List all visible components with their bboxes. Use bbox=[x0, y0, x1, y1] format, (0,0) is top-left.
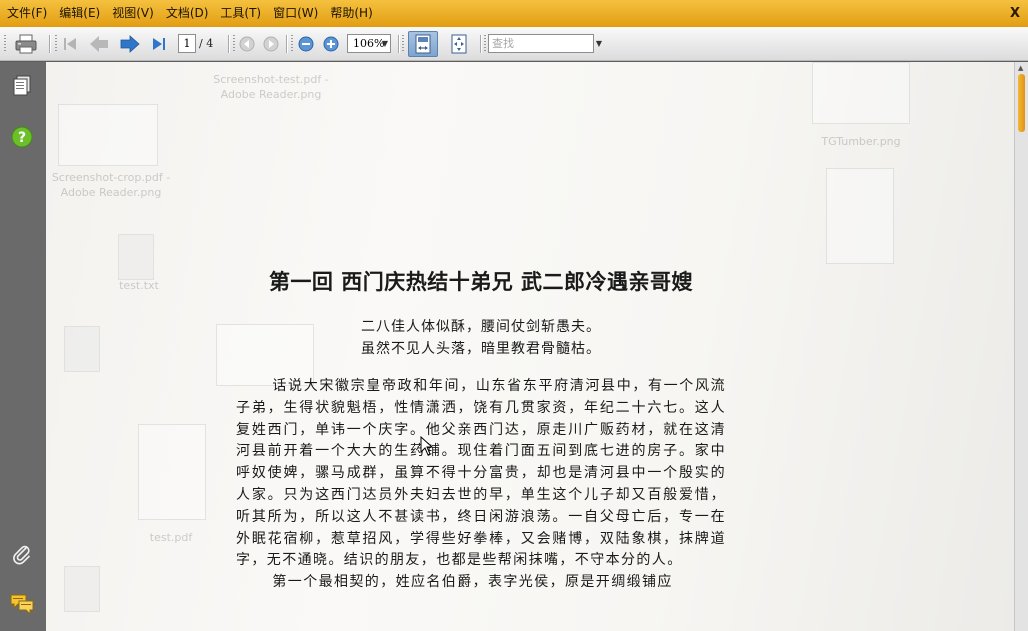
pages-icon bbox=[13, 75, 31, 96]
pages-button[interactable] bbox=[10, 74, 34, 98]
fit-width-button[interactable] bbox=[408, 31, 438, 57]
zoom-in-button[interactable] bbox=[322, 33, 340, 55]
ghost-thumbnail bbox=[826, 168, 894, 264]
ghost-label: Screenshot-crop.pdf - Adobe Reader.png bbox=[51, 171, 171, 199]
fit-page-icon bbox=[451, 34, 467, 54]
comments-icon bbox=[10, 594, 34, 615]
page-number-input[interactable]: 1 bbox=[178, 34, 196, 53]
scrollbar-thumb[interactable] bbox=[1018, 74, 1025, 132]
document-view[interactable]: Screenshot-crop.pdf - Adobe Reader.png S… bbox=[46, 62, 1014, 631]
previous-page-button[interactable] bbox=[87, 33, 111, 55]
page-total: / 4 bbox=[199, 37, 214, 50]
previous-page-icon bbox=[90, 36, 108, 52]
next-page-button[interactable] bbox=[118, 33, 142, 55]
menu-document[interactable]: 文档(D) bbox=[160, 0, 215, 27]
zoom-in-icon bbox=[323, 36, 339, 52]
print-icon bbox=[15, 34, 37, 54]
last-page-button[interactable] bbox=[149, 33, 169, 55]
ghost-label: Screenshot-test.pdf - Adobe Reader.png bbox=[213, 73, 329, 101]
scroll-up-icon[interactable]: ▲ bbox=[1018, 64, 1023, 72]
forward-button[interactable] bbox=[262, 33, 280, 55]
ghost-thumbnail bbox=[138, 424, 206, 520]
ghost-thumbnail bbox=[58, 104, 158, 166]
zoom-out-icon bbox=[298, 36, 314, 52]
menu-window[interactable]: 窗口(W) bbox=[267, 0, 324, 27]
mouse-cursor-icon bbox=[420, 436, 434, 456]
menu-edit[interactable]: 编辑(E) bbox=[53, 0, 106, 27]
fit-page-button[interactable] bbox=[446, 33, 472, 55]
last-page-icon bbox=[153, 38, 165, 50]
ghost-file bbox=[118, 234, 154, 280]
chevron-down-icon: ▼ bbox=[381, 39, 388, 48]
print-button[interactable] bbox=[12, 33, 40, 55]
toolbar-grip[interactable] bbox=[4, 35, 6, 53]
ghost-thumbnail bbox=[812, 62, 910, 124]
zoom-select[interactable]: 106% ▼ bbox=[347, 34, 391, 53]
first-page-button[interactable] bbox=[60, 33, 80, 55]
ghost-label: test.txt bbox=[119, 279, 159, 292]
close-button[interactable]: X bbox=[1010, 0, 1020, 27]
body-paragraph: 话说大宋徽宗皇帝政和年间，山东省东平府清河县中，有一个风流子弟，生得状貌魁梧，性… bbox=[236, 378, 726, 569]
back-button[interactable] bbox=[238, 33, 256, 55]
menu-tools[interactable]: 工具(T) bbox=[214, 0, 267, 27]
fit-width-icon bbox=[415, 34, 431, 54]
zoom-out-button[interactable] bbox=[297, 33, 315, 55]
ghost-label: TGTumber.png bbox=[821, 135, 901, 148]
opening-poem: 二八佳人体似酥，腰间仗剑斩愚夫。 虽然不见人头落，暗里教君骨髓枯。 bbox=[236, 316, 726, 360]
vertical-scrollbar[interactable]: ▲ bbox=[1014, 62, 1028, 631]
menu-help[interactable]: 帮助(H) bbox=[324, 0, 378, 27]
chapter-title: 第一回 西门庆热结十弟兄 武二郎冷遇亲哥嫂 bbox=[268, 270, 694, 294]
help-icon: ? bbox=[11, 126, 33, 148]
menu-view[interactable]: 视图(V) bbox=[106, 0, 160, 27]
poem-line: 二八佳人体似酥，腰间仗剑斩愚夫。 bbox=[361, 319, 601, 335]
next-page-icon bbox=[120, 35, 140, 53]
body-paragraph: 第一个最相契的，姓应名伯爵，表字光侯，原是开绸缎铺应 bbox=[272, 574, 673, 591]
search-dropdown-icon[interactable]: ▼ bbox=[594, 34, 604, 53]
search-input[interactable]: 查找 bbox=[488, 34, 594, 53]
attachment-icon bbox=[13, 545, 30, 565]
navigation-pane: ? bbox=[0, 62, 46, 631]
back-icon bbox=[239, 36, 255, 52]
toolbar: 1 / 4 106% ▼ 查找 ▼ bbox=[0, 27, 1028, 61]
ghost-file bbox=[64, 566, 100, 612]
pdf-page: 第一回 西门庆热结十弟兄 武二郎冷遇亲哥嫂 二八佳人体似酥，腰间仗剑斩愚夫。 虽… bbox=[236, 266, 726, 594]
menu-bar: 文件(F) 编辑(E) 视图(V) 文档(D) 工具(T) 窗口(W) 帮助(H… bbox=[0, 0, 1028, 27]
forward-icon bbox=[263, 36, 279, 52]
ghost-label: test.pdf bbox=[149, 531, 193, 544]
ghost-file bbox=[64, 326, 100, 372]
menu-file[interactable]: 文件(F) bbox=[0, 0, 53, 27]
svg-text:?: ? bbox=[18, 130, 26, 146]
first-page-icon bbox=[64, 38, 76, 50]
help-button[interactable]: ? bbox=[10, 125, 34, 149]
zoom-value: 106% bbox=[353, 37, 385, 50]
comments-button[interactable] bbox=[10, 592, 34, 616]
attachments-button[interactable] bbox=[10, 542, 34, 566]
poem-line: 虽然不见人头落，暗里教君骨髓枯。 bbox=[361, 341, 601, 357]
